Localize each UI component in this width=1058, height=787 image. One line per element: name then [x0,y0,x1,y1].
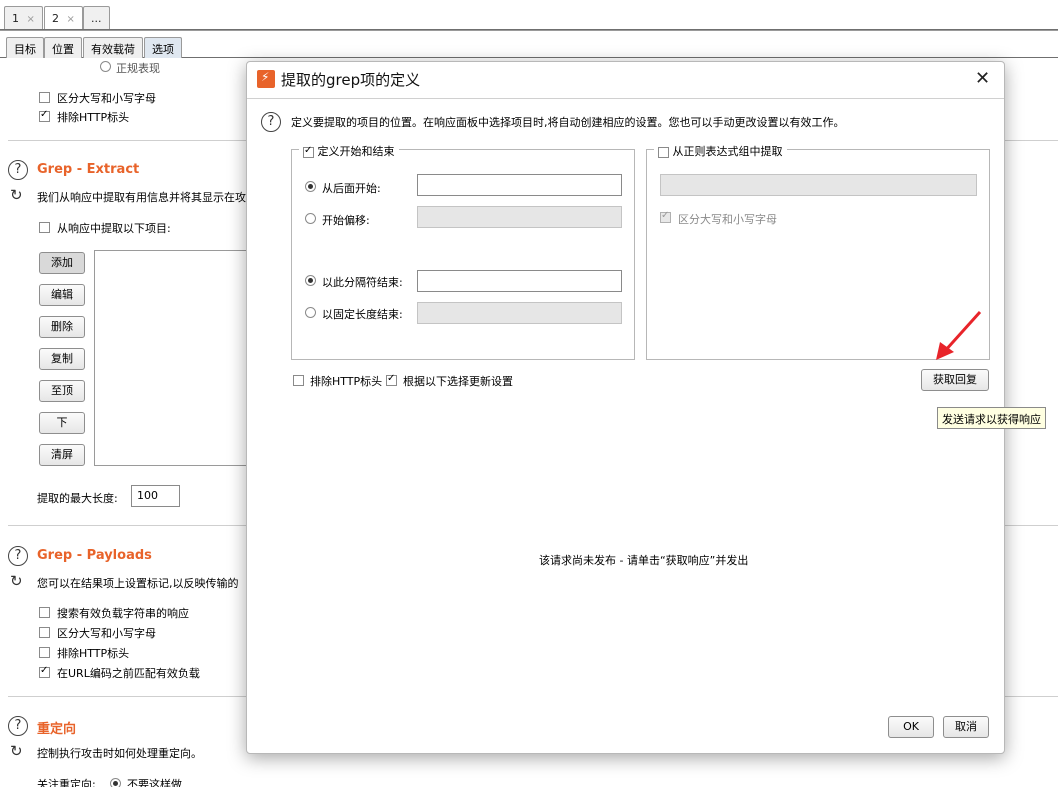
regex-label: 正规表现 [116,62,160,75]
exclude-headers-checkbox[interactable] [39,647,50,658]
end-fixed-length-label: 以固定长度结束: [322,308,403,321]
section-title-redirections: 重定向 [37,722,77,737]
define-start-end-label: 定义开始和结束 [317,145,395,158]
exclude-headers-checkbox[interactable] [39,109,50,122]
fetch-response-button[interactable]: 获取回复 [921,369,989,391]
search-payloads-label: 搜索有效负载字符串的响应 [57,607,189,620]
remove-button[interactable]: 删除 [39,316,85,338]
sub-tab-strip: 目标 位置 有效载荷 选项 [0,31,1058,58]
help-icon[interactable]: ? [8,546,28,566]
cancel-button[interactable]: 取消 [943,716,989,738]
refresh-icon[interactable]: ↻ [10,573,26,589]
regex-input [660,174,977,196]
section-desc: 您可以在结果项上设置标记,以反映传输的 [37,577,239,590]
end-delimiter-radio[interactable] [305,275,316,286]
extract-items-list[interactable] [94,250,254,466]
start-offset-radio[interactable] [305,213,316,224]
window-tab-label: 1 [12,12,19,25]
regex-radio[interactable] [100,61,111,72]
extract-items-checkbox[interactable] [39,222,50,233]
ok-button[interactable]: OK [888,716,934,738]
close-icon[interactable]: ✕ [975,68,990,89]
divider [247,98,1004,99]
help-icon[interactable]: ? [8,716,28,736]
add-button[interactable]: 添加 [39,252,85,274]
edit-button[interactable]: 编辑 [39,284,85,306]
exclude-headers-label: 排除HTTP标头 [57,111,130,124]
exclude-headers-label: 排除HTTP标头 [310,375,383,388]
regex-group-label: 从正则表达式组中提取 [672,145,783,158]
case-sensitive-checkbox[interactable] [39,92,50,103]
start-after-label: 从后面开始: [322,182,381,195]
follow-redirections-label: 关注重定向: [37,778,96,787]
move-down-button[interactable]: 下 [39,412,85,434]
end-fixed-length-input [417,302,622,324]
case-sensitive-label: 区分大写和小写字母 [57,92,156,105]
window-tab-label: 2 [52,12,59,25]
case-sensitive-label: 区分大写和小写字母 [57,627,156,640]
window-tab-2[interactable]: 2 × [44,6,83,29]
max-length-input[interactable]: 100 [131,485,180,507]
define-start-end-checkbox[interactable] [303,145,314,158]
duplicate-button[interactable]: 复制 [39,348,85,370]
regex-group-title: 从正则表达式组中提取 [654,143,787,159]
end-fixed-length-radio[interactable] [305,307,316,318]
tab-target[interactable]: 目标 [6,37,44,58]
section-title-grep-payloads: Grep - Payloads [37,548,152,563]
never-label: 不要这样做 [127,778,182,787]
dialog-title: 提取的grep项的定义 [281,71,421,89]
help-icon[interactable]: ? [261,112,281,132]
extract-items-label: 从响应中提取以下项目: [57,222,171,235]
section-title-grep-extract: Grep - Extract [37,162,140,177]
close-icon[interactable]: × [67,14,75,25]
close-icon[interactable]: × [27,14,35,25]
help-icon[interactable]: ? [8,160,28,180]
section-desc: 控制执行攻击时如何处理重定向。 [37,747,202,760]
response-placeholder: 该请求尚未发布 - 请单击“获取响应”并发出 [539,554,749,567]
regex-group-checkbox[interactable] [658,146,669,158]
never-radio[interactable] [110,778,121,787]
divider [0,29,1058,30]
section-desc: 我们从响应中提取有用信息并将其显示在攻 [37,191,246,204]
response-panel[interactable]: 该请求尚未发布 - 请单击“获取响应”并发出 [291,408,991,708]
end-delimiter-label: 以此分隔符结束: [322,276,403,289]
start-offset-label: 开始偏移: [322,214,370,227]
move-up-button[interactable]: 至顶 [39,380,85,402]
start-after-input[interactable] [417,174,622,196]
fetch-response-tooltip: 发送请求以获得响应 [937,407,1046,429]
tab-payloads[interactable]: 有效载荷 [83,37,143,58]
help-text: 定义要提取的项目的位置。在响应面板中选择项目时,将自动创建相应的设置。您也可以手… [291,116,845,129]
max-length-label: 提取的最大长度: [37,492,118,505]
tab-positions[interactable]: 位置 [44,37,82,58]
window-tab-label: ... [91,12,102,25]
match-before-urlencode-checkbox[interactable] [39,665,50,678]
update-config-label: 根据以下选择更新设置 [403,375,513,388]
define-start-end-title: 定义开始和结束 [299,143,399,159]
start-offset-input [417,206,622,228]
update-config-checkbox[interactable] [386,373,397,386]
regex-case-checkbox [660,210,671,223]
window-tab-more[interactable]: ... [83,6,110,29]
refresh-icon[interactable]: ↻ [10,743,26,759]
window-tab-1[interactable]: 1 × [4,6,43,29]
exclude-headers-checkbox[interactable] [293,375,304,386]
regex-case-label: 区分大写和小写字母 [678,213,777,226]
search-payloads-checkbox[interactable] [39,607,50,618]
grep-extract-dialog: 提取的grep项的定义 ✕ ? 定义要提取的项目的位置。在响应面板中选择项目时,… [246,61,1005,754]
exclude-headers-label: 排除HTTP标头 [57,647,130,660]
annotation-arrow-icon [936,310,982,360]
end-delimiter-input[interactable] [417,270,622,292]
tab-options[interactable]: 选项 [144,37,182,58]
window-tab-strip: 1 × 2 × ... [0,0,1058,31]
match-before-urlencode-label: 在URL编码之前匹配有效负载 [57,667,200,680]
case-sensitive-checkbox[interactable] [39,627,50,638]
refresh-icon[interactable]: ↻ [10,187,26,203]
start-after-radio[interactable] [305,181,316,192]
clear-button[interactable]: 清屏 [39,444,85,466]
burp-logo-icon [257,70,275,88]
